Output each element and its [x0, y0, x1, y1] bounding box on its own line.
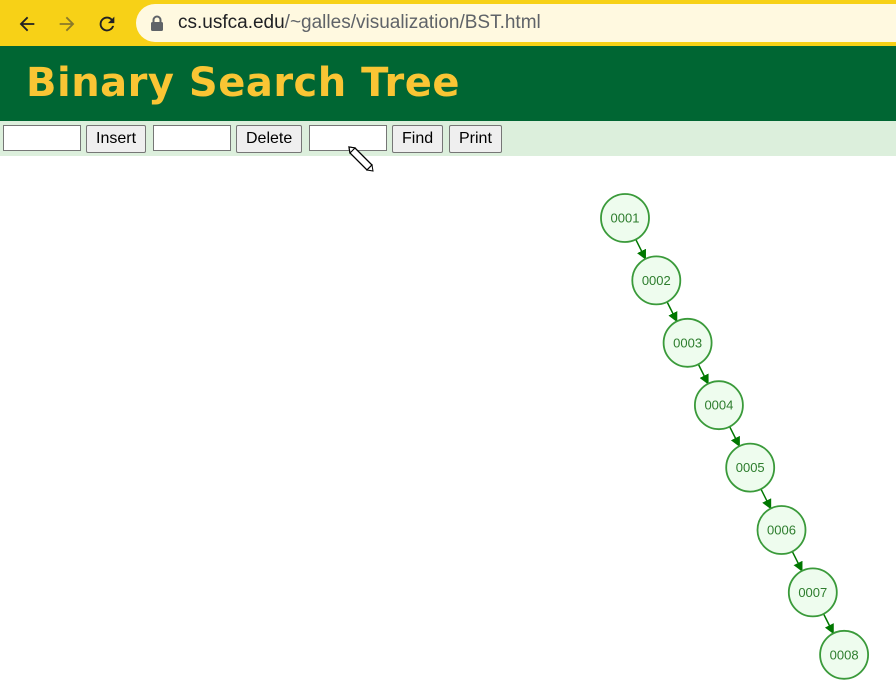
tree-edge: [635, 239, 646, 260]
insert-button[interactable]: Insert: [86, 125, 147, 153]
tree-node: 0004: [694, 380, 744, 431]
find-button[interactable]: Find: [392, 125, 444, 153]
tree-node-label: 0004: [704, 398, 733, 413]
tree-node-label: 0002: [642, 273, 671, 288]
tree-edge: [697, 363, 709, 385]
page-header: Binary Search Tree: [0, 46, 896, 121]
tree-canvas[interactable]: 0001 0002 0003 0004 0005 0006 0007 0008: [0, 156, 896, 696]
url-path: /~galles/visualization/BST.html: [284, 12, 541, 33]
tree-node: 0002: [631, 255, 682, 306]
tree-node: 0005: [725, 442, 776, 493]
address-bar[interactable]: cs.usfca.edu/~galles/visualization/BST.h…: [136, 4, 896, 42]
tree-node-label: 0001: [611, 211, 640, 226]
tree-edge: [666, 301, 678, 323]
lock-icon: [151, 15, 163, 31]
reload-button[interactable]: [92, 9, 122, 39]
tree-node: 0007: [787, 567, 838, 618]
print-button[interactable]: Print: [449, 125, 502, 153]
page-title: Binary Search Tree: [26, 60, 461, 106]
tree-edge: [791, 551, 803, 572]
tree-edge: [822, 613, 834, 635]
tree-node-label: 0008: [830, 647, 859, 662]
back-button[interactable]: [12, 9, 42, 39]
forward-button[interactable]: [52, 9, 82, 39]
url-text: cs.usfca.edu/~galles/visualization/BST.h…: [178, 12, 541, 34]
tree-node-label: 0003: [673, 335, 702, 350]
tree-edge: [728, 426, 740, 448]
insert-input[interactable]: [3, 125, 81, 151]
tree-node: 0003: [662, 317, 713, 368]
browser-toolbar: cs.usfca.edu/~galles/visualization/BST.h…: [0, 0, 896, 46]
url-host: cs.usfca.edu: [178, 12, 285, 33]
delete-button[interactable]: Delete: [236, 125, 303, 153]
tree-node-label: 0007: [798, 585, 827, 600]
arrow-left-icon: [19, 16, 35, 32]
tree-node: 0008: [819, 629, 869, 680]
tree-node-label: 0005: [736, 460, 765, 475]
delete-input[interactable]: [153, 125, 231, 151]
reload-icon: [99, 16, 115, 32]
tree-node: 0006: [756, 505, 807, 555]
tree-edge: [760, 488, 772, 510]
tree-node: 0001: [600, 193, 650, 243]
control-bar: Insert Delete Find Print: [0, 121, 896, 156]
tree-node-label: 0006: [767, 523, 796, 538]
arrow-right-icon: [59, 16, 75, 32]
